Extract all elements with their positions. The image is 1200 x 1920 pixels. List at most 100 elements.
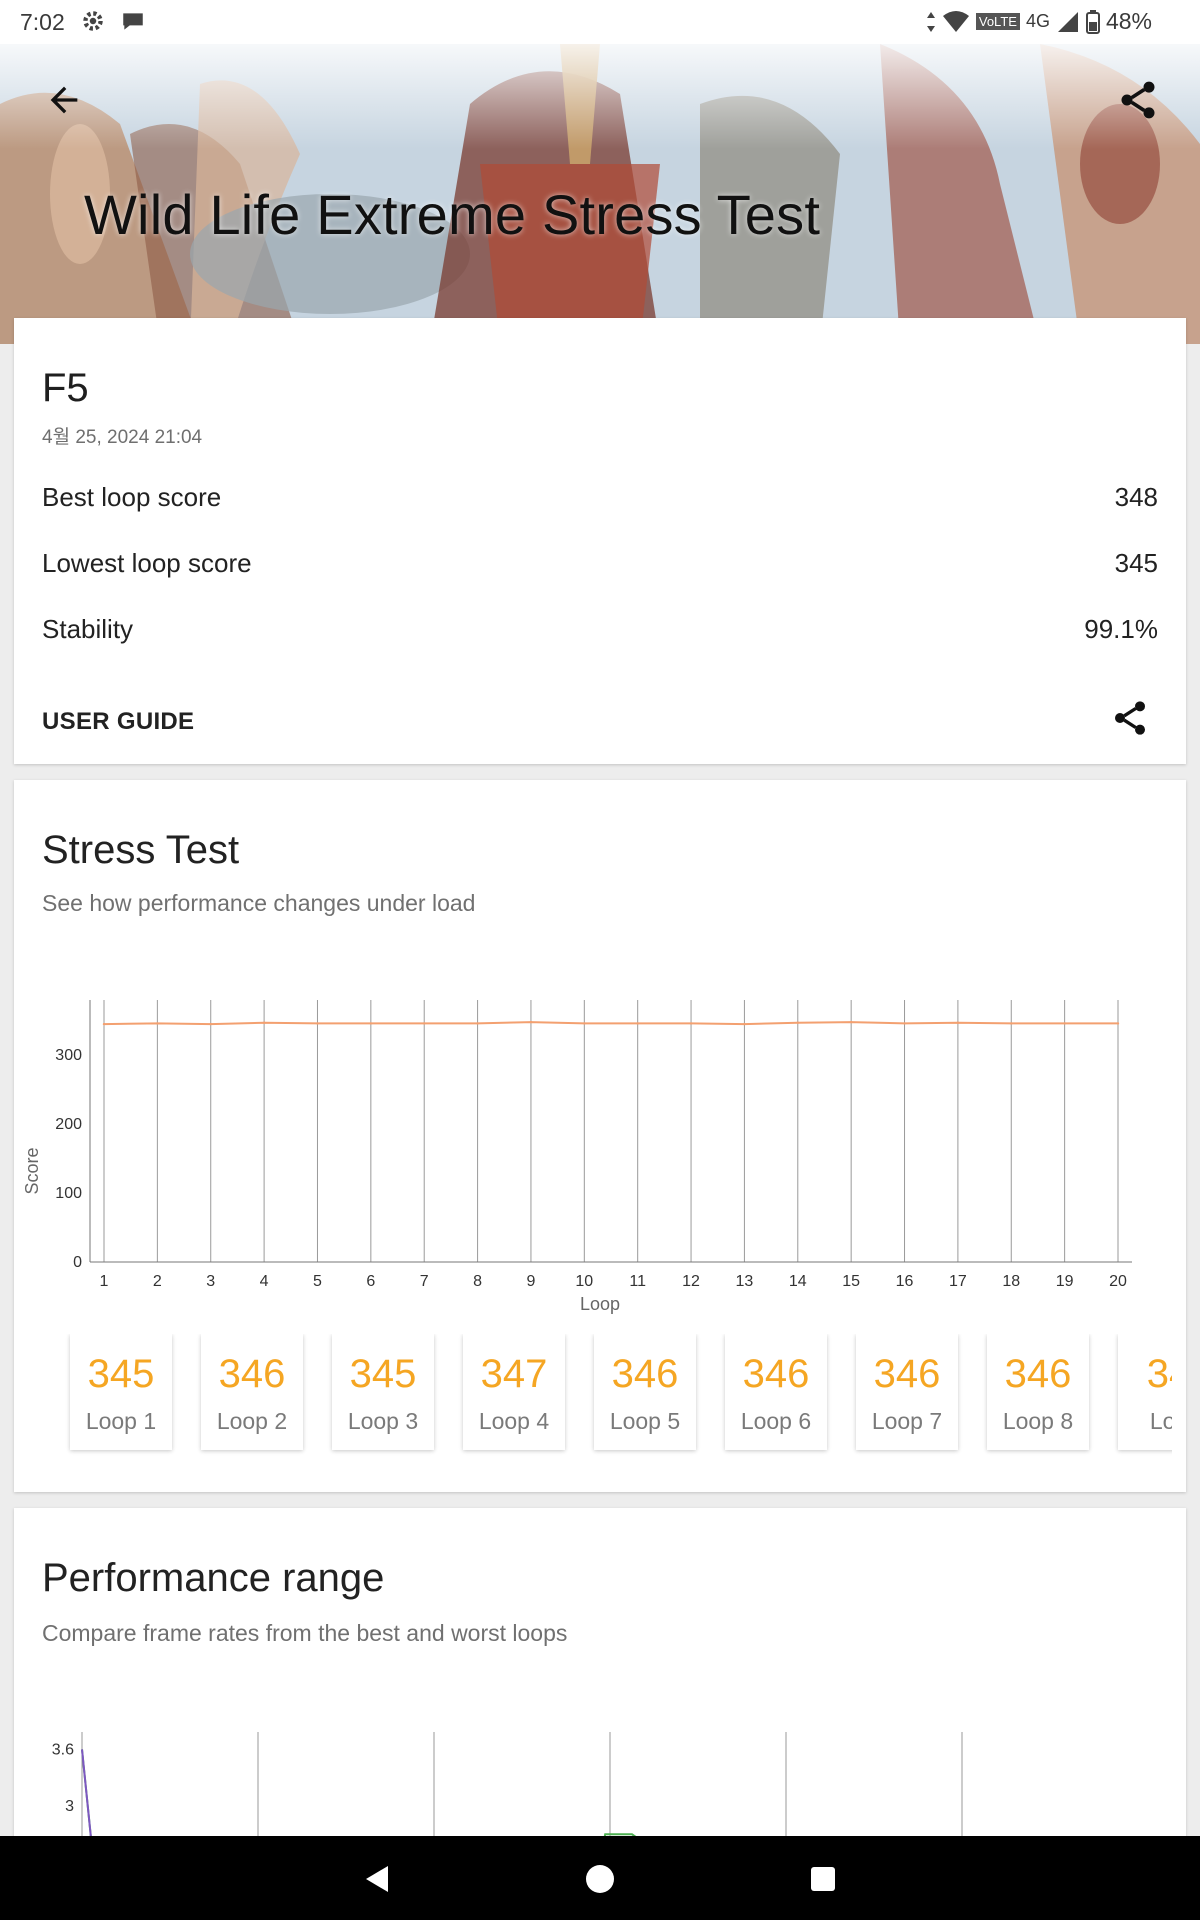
data-arrows-icon [926, 11, 935, 32]
loop-score-card[interactable]: 346 Loop 5 [594, 1334, 696, 1450]
x-axis-title: Loop [580, 1294, 620, 1314]
loop-score-value: 347 [480, 1352, 548, 1396]
test-date: 4월 25, 2024 21:04 [42, 427, 203, 448]
loop-score-label: Loop 2 [216, 1408, 288, 1434]
loop-score-card[interactable]: 345 Loop 3 [332, 1334, 434, 1450]
y-tick-label: 200 [55, 1116, 82, 1133]
best-loop-label: Best loop score [42, 482, 222, 512]
score-point [1010, 1022, 1013, 1025]
x-tick-label: 11 [629, 1273, 646, 1290]
loop-score-value: 346 [218, 1352, 286, 1396]
score-point [1116, 1022, 1120, 1025]
lowest-loop-row: Lowest loop score 345 [42, 548, 1158, 579]
y-tick-label: 100 [55, 1185, 82, 1202]
result-summary-card: F5 4월 25, 2024 21:04 Best loop score 348… [14, 318, 1186, 764]
score-point [849, 1020, 853, 1024]
loop-score-card[interactable]: 346 Loop 7 [856, 1334, 958, 1450]
device-name: F5 [42, 366, 89, 410]
loop-score-strip[interactable]: 345 Loop 1 346 Loop 2 345 Loop 3 347 Loop 4 346 L… [56, 1334, 1172, 1464]
share-result-icon[interactable] [1110, 698, 1150, 738]
score-point [262, 1021, 266, 1024]
score-point [156, 1022, 159, 1025]
x-tick-label: 17 [949, 1273, 967, 1290]
stress-test-chart: 1 2 3 4 5 6 7 8 9 10 11 12 13 14 15 16 17 18 19 20010020030… [22, 1000, 1132, 1314]
loop-score-value: 346 [742, 1352, 810, 1396]
battery-icon [1085, 9, 1100, 34]
score-point [209, 1022, 212, 1026]
score-point [102, 1022, 106, 1026]
x-tick-label: 20 [1109, 1273, 1127, 1290]
x-tick-label: 4 [260, 1273, 269, 1290]
best-loop-row: Best loop score 348 [42, 482, 1158, 513]
x-tick-label: 13 [736, 1273, 754, 1290]
x-tick-label: 5 [313, 1273, 322, 1290]
share-icon[interactable] [1116, 78, 1160, 122]
x-tick-label: 7 [420, 1273, 429, 1290]
loop-score-card[interactable]: 346 Loop 6 [725, 1334, 827, 1450]
stability-value: 99.1% [1084, 614, 1158, 644]
signal-icon [1057, 11, 1078, 32]
back-arrow-icon[interactable] [44, 80, 84, 120]
loop-score-card[interactable]: 346 Loop 2 [201, 1334, 303, 1450]
loop-score-card[interactable]: 345 Loop 1 [70, 1334, 172, 1450]
nav-home-icon[interactable] [585, 1864, 615, 1894]
x-tick-label: 18 [1002, 1273, 1020, 1290]
network-type: 4G [1025, 11, 1050, 31]
y-tick-label: 300 [55, 1047, 82, 1064]
loop-score-card[interactable]: 34 Loo [1118, 1334, 1172, 1450]
score-point [1063, 1022, 1066, 1025]
settings-gear-icon [83, 11, 103, 31]
best-loop-value: 348 [1114, 482, 1158, 512]
loop-score-label: Loop 8 [1002, 1408, 1074, 1434]
x-tick-label: 8 [473, 1273, 482, 1290]
x-tick-label: 14 [789, 1273, 807, 1290]
score-point [583, 1022, 586, 1025]
status-right-icons: VoLTE 4G 48% [926, 8, 1152, 35]
x-tick-label: 15 [842, 1273, 860, 1290]
x-tick-label: 2 [153, 1273, 162, 1290]
loop-score-value: 34 [1146, 1352, 1172, 1396]
score-series-line [103, 1021, 1118, 1026]
score-point [369, 1022, 373, 1025]
chat-bubble-icon [123, 13, 143, 30]
nav-back-icon[interactable] [362, 1864, 392, 1894]
score-point [316, 1022, 319, 1025]
hero-header: Wild Life Extreme Stress Test [0, 44, 1200, 344]
score-point [529, 1020, 533, 1024]
score-point [796, 1021, 799, 1024]
loop-score-label: Loo [1149, 1408, 1172, 1434]
x-tick-label: 10 [575, 1273, 593, 1290]
loop-score-label: Loop 4 [478, 1408, 550, 1434]
loop-score-card[interactable]: 347 Loop 4 [463, 1334, 565, 1450]
x-tick-label: 12 [682, 1273, 700, 1290]
loop-score-label: Loop 3 [347, 1408, 419, 1434]
system-nav-bar [0, 1836, 1200, 1920]
stability-row: Stability 99.1% [42, 614, 1158, 645]
score-point [956, 1021, 960, 1024]
loop-score-label: Loop 5 [609, 1408, 681, 1434]
loop-score-label: Loop 1 [85, 1408, 157, 1434]
wifi-icon [942, 10, 969, 32]
y-tick-label: 3 [65, 1798, 74, 1815]
page-title: Wild Life Extreme Stress Test [84, 183, 821, 246]
loop-score-label: Loop 7 [871, 1408, 943, 1434]
status-time: 7:02 [20, 9, 65, 35]
user-guide-link[interactable]: USER GUIDE [42, 708, 194, 736]
x-tick-label: 19 [1056, 1273, 1074, 1290]
battery-percent: 48% [1105, 8, 1152, 34]
score-point [476, 1022, 479, 1025]
x-tick-label: 16 [896, 1273, 914, 1290]
loop-score-value: 346 [611, 1352, 679, 1396]
x-tick-label: 1 [100, 1273, 109, 1290]
score-point [689, 1022, 693, 1025]
loop-score-card[interactable]: 346 Loop 8 [987, 1334, 1089, 1450]
x-tick-label: 9 [526, 1273, 535, 1290]
score-point [423, 1022, 426, 1025]
stability-label: Stability [42, 614, 134, 644]
loop-score-value: 346 [1004, 1352, 1072, 1396]
status-notification-icons [80, 8, 146, 34]
nav-recents-icon[interactable] [810, 1866, 836, 1892]
score-point [636, 1022, 639, 1025]
y-tick-label: 3.6 [52, 1741, 74, 1758]
loop-score-value: 345 [87, 1352, 155, 1396]
